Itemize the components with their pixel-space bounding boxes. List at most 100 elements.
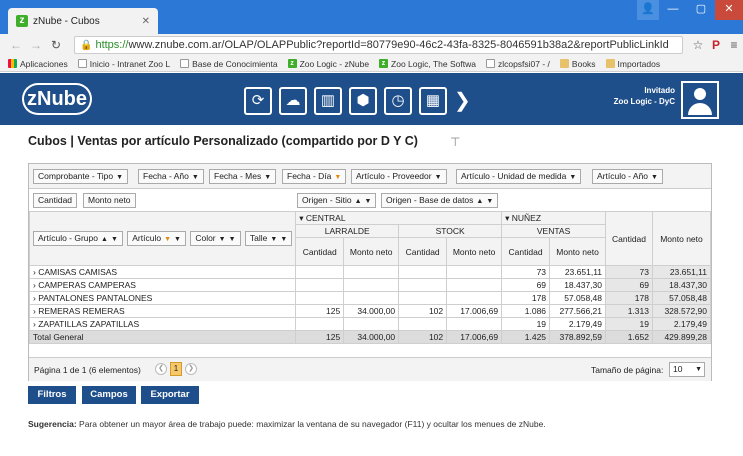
pinterest-icon[interactable]: P xyxy=(707,38,725,52)
bookmark-imported[interactable]: Importados xyxy=(605,59,660,69)
chip-label: Comprobante - Tipo xyxy=(38,171,114,181)
filter-chip[interactable]: Fecha - Año ▼ xyxy=(138,169,204,184)
data-cell: 378.892,59 xyxy=(549,330,607,344)
dropdown-icon: ▼ xyxy=(191,174,199,181)
back-icon[interactable]: ← xyxy=(8,38,24,52)
column-field-chip[interactable]: Origen - Base de datos ▲ ▼ xyxy=(381,193,499,208)
filter-chip[interactable]: Artículo - Año ▼ xyxy=(592,169,663,184)
folder-icon xyxy=(559,59,569,68)
bookmark-label: zlcopsfsi07 - / xyxy=(497,58,550,69)
chip-label: Color xyxy=(195,233,216,243)
bookmark-zoologic[interactable]: z Zoo Logic, The Softwa xyxy=(379,59,476,69)
next-arrow-icon[interactable]: ❯ xyxy=(454,87,471,115)
filter-chip[interactable]: Comprobante - Tipo ▼ xyxy=(33,169,129,184)
row-field-chip[interactable]: Artículo ▼ ▼ xyxy=(127,231,186,246)
bookmark-apps[interactable]: Aplicaciones xyxy=(8,59,68,69)
grand-total-amount-header[interactable]: Monto neto xyxy=(651,211,712,266)
gift-icon[interactable]: ▦ xyxy=(419,87,447,115)
bookmark-zlcops[interactable]: zlcopsfsi07 - / xyxy=(485,58,550,69)
maximize-button[interactable]: ▢ xyxy=(687,0,715,20)
profile-icon[interactable]: 👤 xyxy=(637,0,659,20)
user-name: Invitado xyxy=(644,86,675,95)
measure-header[interactable]: Cantidad xyxy=(398,237,448,266)
data-cell: 1.652 xyxy=(605,330,653,344)
clock-icon[interactable]: ◷ xyxy=(384,87,412,115)
menu-icon[interactable]: ≡ xyxy=(725,38,743,52)
next-page-button[interactable]: ❯ xyxy=(185,363,197,375)
minimize-button[interactable]: — xyxy=(659,0,687,20)
col-ventas[interactable]: VENTAS xyxy=(501,224,607,238)
chip-label: Fecha - Día xyxy=(287,171,332,181)
chip-label: Talle xyxy=(249,233,268,243)
filter-area: Comprobante - Tipo ▼ Fecha - Año ▼ Fecha -… xyxy=(29,164,711,189)
browser-tab[interactable]: z zNube - Cubos ✕ xyxy=(8,8,158,34)
data-cell: 178 xyxy=(501,291,551,305)
address-bar[interactable]: 🔒 https:// www.znube.com.ar/OLAP/OLAPPub… xyxy=(74,36,683,54)
close-window-button[interactable]: ✕ xyxy=(715,0,743,20)
avatar-body xyxy=(688,103,712,115)
row-label[interactable]: › PANTALONES PANTALONES xyxy=(28,291,297,305)
row-label[interactable]: › CAMPERAS CAMPERAS xyxy=(28,278,297,292)
row-field-chip[interactable]: Artículo - Grupo ▲ ▼ xyxy=(33,231,123,246)
bookmark-intranet[interactable]: Inicio - Intranet Zoo L xyxy=(77,59,170,69)
group-label: CENTRAL xyxy=(305,212,346,223)
page-icon xyxy=(77,59,87,68)
data-field-chip[interactable]: Monto neto xyxy=(83,193,136,208)
bookmark-label: Zoo Logic, The Softwa xyxy=(391,58,476,69)
bookmark-knowledge[interactable]: Base de Conocimienta xyxy=(180,59,278,69)
fields-button[interactable]: Campos xyxy=(82,386,136,404)
user-company: Zoo Logic - DyC xyxy=(613,97,675,106)
star-icon[interactable]: ☆ xyxy=(689,38,707,52)
col-group-central[interactable]: ▾ CENTRAL xyxy=(295,211,503,225)
filter-chip[interactable]: Artículo - Proveedor ▼ xyxy=(351,169,447,184)
data-cell: 277.566,21 xyxy=(549,304,607,318)
bookmark-znube[interactable]: z Zoo Logic - zNube xyxy=(287,59,369,69)
page-size-select[interactable]: 10 ▼ xyxy=(669,362,705,377)
reload-icon[interactable]: ↻ xyxy=(48,38,64,52)
measure-header[interactable]: Monto neto xyxy=(549,237,607,266)
close-tab-icon[interactable]: ✕ xyxy=(142,16,150,27)
measure-header[interactable]: Monto neto xyxy=(446,237,503,266)
filter-icon[interactable]: ⊤ xyxy=(450,135,460,149)
col-group-nunez[interactable]: ▾ NUÑEZ xyxy=(501,211,607,225)
data-cell: 2.179,49 xyxy=(549,317,607,331)
chip-label: Origen - Base de datos xyxy=(386,195,474,205)
prev-page-button[interactable]: ❮ xyxy=(155,363,167,375)
column-field-chip[interactable]: Origen - Sitio ▲ ▼ xyxy=(297,193,377,208)
znube-logo[interactable]: zNube xyxy=(22,83,92,115)
data-field-chip[interactable]: Cantidad xyxy=(33,193,78,208)
row-label[interactable]: › ZAPATILLAS ZAPATILLAS xyxy=(28,317,297,331)
grand-total-qty-header[interactable]: Cantidad xyxy=(605,211,653,266)
hint-text: Sugerencia: Para obtener un mayor área d… xyxy=(28,419,546,429)
col-larralde[interactable]: LARRALDE xyxy=(295,224,400,238)
col-stock[interactable]: STOCK xyxy=(398,224,503,238)
row-field-chip[interactable]: Talle ▼ ▼ xyxy=(244,231,293,246)
row-label[interactable]: › CAMISAS CAMISAS xyxy=(28,265,297,279)
row-label[interactable]: › REMERAS REMERAS xyxy=(28,304,297,318)
avatar[interactable] xyxy=(681,81,719,119)
data-cell: 17.006,69 xyxy=(446,304,503,318)
measure-header[interactable]: Cantidad xyxy=(501,237,551,266)
tab-title: zNube - Cubos xyxy=(33,15,100,27)
filter-chip[interactable]: Fecha - Mes ▼ xyxy=(209,169,277,184)
filter-chip[interactable]: Artículo - Unidad de medida ▼ xyxy=(456,169,582,184)
chip-label: Origen - Sitio xyxy=(302,195,352,205)
cube-icon[interactable]: ⬢ xyxy=(349,87,377,115)
export-button[interactable]: Exportar xyxy=(141,386,199,404)
cloud-settings-icon[interactable]: ☁ xyxy=(279,87,307,115)
row-field-chip[interactable]: Color ▼ ▼ xyxy=(190,231,241,246)
data-cell: 18.437,30 xyxy=(651,278,712,292)
dropdown-icon: ▼ xyxy=(280,236,288,243)
reports-icon[interactable]: ▥ xyxy=(314,87,342,115)
measure-header[interactable]: Monto neto xyxy=(343,237,400,266)
page-number-button[interactable]: 1 xyxy=(170,362,182,376)
users-icon[interactable]: ⟳ xyxy=(244,87,272,115)
total-row: Total General 125 34.000,00 102 17.006,69 1.4… xyxy=(28,330,712,344)
filter-chip[interactable]: Fecha - Día ▼ xyxy=(282,169,347,184)
measure-header[interactable]: Cantidad xyxy=(295,237,345,266)
dropdown-icon: ▼ xyxy=(264,174,272,181)
browser-toolbar: ← → ↻ 🔒 https:// www.znube.com.ar/OLAP/O… xyxy=(0,34,743,56)
filters-button[interactable]: Filtros xyxy=(28,386,76,404)
forward-icon[interactable]: → xyxy=(28,38,44,52)
bookmark-books[interactable]: Books xyxy=(559,59,596,69)
